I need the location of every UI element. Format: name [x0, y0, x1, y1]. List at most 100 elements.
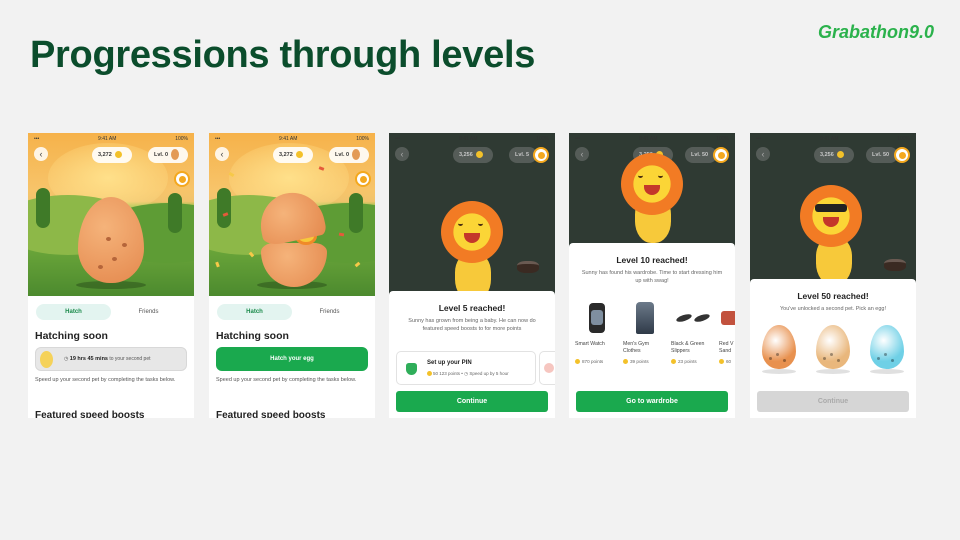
egg-option-tan[interactable] [816, 325, 850, 369]
tab-bar: Hatch Friends [217, 304, 367, 320]
screen-level-50: ••• 9:41 AM 100% ‹ 3,256 Lvl. 50 Level 50 … [750, 133, 916, 418]
egg-bottom-shell [261, 243, 327, 287]
go-to-wardrobe-button[interactable]: Go to wardrobe [576, 391, 728, 412]
lion-badge-icon[interactable] [533, 147, 549, 163]
back-icon[interactable]: ‹ [215, 147, 229, 161]
coin-icon [575, 359, 580, 365]
level-label: Lvl. 0 [154, 152, 169, 158]
egg-picker [750, 325, 916, 385]
level-badge[interactable]: Lvl. 0 [329, 147, 369, 163]
hatch-egg-button[interactable]: Hatch your egg [216, 347, 368, 371]
continue-button[interactable]: Continue [396, 391, 548, 412]
status-time: 9:41 AM [279, 136, 298, 142]
item-slippers[interactable]: Black & Green Slippers 23 points [671, 297, 715, 365]
task-card-next[interactable] [539, 351, 555, 385]
status-battery: 100% [175, 136, 188, 142]
sunglasses-icon [815, 204, 847, 212]
coin-icon [836, 151, 844, 159]
back-icon[interactable]: ‹ [575, 147, 589, 161]
slipper-icon [693, 312, 711, 324]
tab-hatch[interactable]: Hatch [217, 304, 292, 320]
lion-mascot-icon [621, 153, 683, 215]
sheet-title: Level 5 reached! [438, 303, 506, 313]
helper-text: Speed up your second pet by completing t… [35, 377, 176, 383]
item-name: Black & Green Slippers [671, 341, 705, 354]
egg-option-blue[interactable] [870, 325, 904, 369]
level-sheet: Level 50 reached! You've unlocked a seco… [750, 279, 916, 418]
coin-icon [427, 371, 432, 377]
coin-balance[interactable]: 3,272 [273, 147, 313, 163]
tab-bar: Hatch Friends [36, 304, 186, 320]
sheet-description: Sunny has grown from being a baby. He ca… [408, 318, 536, 332]
status-time: 9:41 AM [639, 136, 658, 142]
helper-text: Speed up your second pet by completing t… [216, 377, 357, 383]
status-time: 9:41 AM [98, 136, 117, 142]
task-title: Set up your PIN [427, 360, 472, 366]
coin-icon [719, 359, 724, 365]
brand-logo: Grabathon9.0 [817, 22, 934, 42]
task-card[interactable]: Set up your PIN 50 123 points • ◷ Speed … [396, 351, 536, 385]
continue-button-disabled[interactable]: Continue [757, 391, 909, 412]
back-icon[interactable]: ‹ [756, 147, 770, 161]
back-icon[interactable]: ‹ [395, 147, 409, 161]
coin-balance[interactable]: 3,256 [453, 147, 493, 163]
coin-balance[interactable]: 3,272 [92, 147, 132, 163]
tab-friends[interactable]: Friends [292, 304, 367, 320]
screen-hatching-egg: ••• 9:41 AM 100% ‹ 3,272 Lvl. 0 Hatch Frie… [28, 133, 194, 418]
sheet-description: Sunny has found his wardrobe. Time to st… [581, 270, 723, 284]
screen-level-10: •••9:41 AM100% ‹ 3,256 Lvl. 50 Level 10 … [569, 133, 735, 418]
coin-icon [475, 151, 483, 159]
coin-count: 3,256 [459, 152, 473, 158]
coin-balance[interactable]: 3,256 [814, 147, 854, 163]
status-time: 9:41 AM [459, 136, 478, 142]
sheet-description: You've unlocked a second pet. Pick an eg… [779, 306, 887, 312]
egg-icon [171, 149, 180, 161]
egg-icon [40, 351, 53, 368]
coin-count: 3,272 [279, 152, 293, 158]
item-name: Red V Sand [719, 341, 734, 354]
lion-badge-icon[interactable] [894, 147, 910, 163]
sheet-title: Level 50 reached! [797, 291, 869, 301]
section-title: Hatching soon [35, 330, 108, 342]
lion-badge-icon[interactable] [713, 147, 729, 163]
coin-count: 3,272 [98, 152, 112, 158]
item-name: Men's Gym Clothes [623, 341, 650, 354]
item-points: 39 points [623, 359, 667, 365]
coin-icon [114, 151, 122, 159]
lion-badge-icon[interactable] [355, 171, 371, 187]
tab-friends[interactable]: Friends [111, 304, 186, 320]
task-speed: Speed up by 5 hour [469, 371, 509, 376]
screen-egg-cracking: ••• 9:41 AM 100% ‹ 3,272 Lvl. 0 Hatch Frie… [209, 133, 375, 418]
item-smart-watch[interactable]: Smart Watch 870 points [575, 297, 619, 365]
item-gym-clothes[interactable]: Men's Gym Clothes 39 points [623, 297, 667, 365]
item-points: 60 [719, 359, 735, 365]
back-icon[interactable]: ‹ [34, 147, 48, 161]
tank-top-icon [636, 302, 654, 334]
lion-mascot-icon [800, 185, 862, 247]
featured-heading: Featured speed boosts [35, 410, 145, 418]
shield-icon [406, 363, 417, 375]
level-label: Lvl. 0 [335, 152, 350, 158]
level-sheet: Level 5 reached! Sunny has grown from be… [389, 291, 555, 418]
section-title: Hatching soon [216, 330, 289, 342]
status-time: 9:41 AM [820, 136, 839, 142]
tab-hatch[interactable]: Hatch [36, 304, 111, 320]
item-red-sandals[interactable]: Red V Sand 60 [719, 297, 735, 365]
hatch-timer: ◷ 19 hrs 45 mins to your second pet [35, 347, 187, 371]
level-sheet: Level 10 reached! Sunny has found his wa… [569, 243, 735, 418]
lion-badge-icon[interactable] [174, 171, 190, 187]
timer-value: 19 hrs 45 mins [69, 356, 108, 362]
egg-option-orange[interactable] [762, 325, 796, 369]
timer-suffix: to your second pet [109, 356, 151, 362]
watch-icon [589, 303, 605, 333]
lion-mascot-icon [441, 201, 503, 263]
task-meta: 50 123 points • ◷ Speed up by 5 hour [427, 371, 509, 377]
sandal-icon [721, 311, 735, 325]
status-battery: 100% [356, 136, 369, 142]
clock-icon: ◷ [464, 371, 469, 376]
egg-icon [352, 149, 361, 161]
level-label: Lvl. 50 [691, 152, 709, 158]
level-label: Lvl. 5 [515, 152, 530, 158]
level-badge[interactable]: Lvl. 0 [148, 147, 188, 163]
sheet-title: Level 10 reached! [616, 255, 688, 265]
